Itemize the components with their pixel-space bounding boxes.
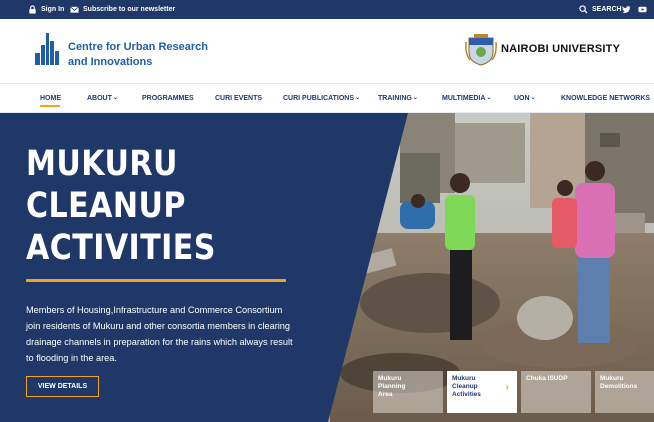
slide-card-line: Mukuru: [378, 375, 402, 382]
top-utility-bar: Sign In Subscribe to our newsletter SEAR…: [0, 0, 654, 19]
hero-title-line2: CLEANUP: [26, 186, 186, 226]
search-icon: [579, 5, 588, 14]
slide-card-line: Mukuru: [452, 375, 476, 382]
sign-in-link[interactable]: Sign In: [28, 0, 64, 19]
nav-label-uon: UON: [514, 95, 530, 102]
chevron-right-icon: ›: [505, 382, 509, 393]
main-navigation: HOME ABOUT ⌄ PROGRAMMES CURI EVENTS CURI …: [0, 83, 654, 113]
newsletter-label: Subscribe to our newsletter: [83, 6, 176, 13]
centre-name[interactable]: Centre for Urban Research and Innovation…: [68, 40, 208, 70]
active-nav-underline: [40, 105, 60, 107]
slide-card-line: Chuka ISUDP: [526, 375, 568, 382]
hero-banner: MUKURU CLEANUP ACTIVITIES Members of Hou…: [0, 113, 654, 422]
chevron-down-icon: ⌄: [112, 95, 118, 101]
lock-icon: [28, 5, 37, 14]
chevron-down-icon: ⌄: [412, 95, 418, 101]
youtube-link[interactable]: [638, 0, 647, 19]
slide-card-line: Area: [378, 391, 393, 398]
nav-item-about[interactable]: ABOUT ⌄: [87, 84, 118, 113]
hero-title: MUKURU CLEANUP ACTIVITIES: [26, 143, 310, 269]
nav-item-uon[interactable]: UON ⌄: [514, 84, 536, 113]
twitter-link[interactable]: [622, 0, 631, 19]
nav-label-curi-publications: CURI PUBLICATIONS: [283, 95, 355, 102]
slide-card-line: Mukuru: [600, 375, 624, 382]
university-crest-icon: [465, 32, 497, 66]
nav-item-home[interactable]: HOME: [40, 84, 61, 113]
slide-card-mukuru-demolitions[interactable]: Mukuru Demolitions: [595, 371, 654, 413]
slide-card-mukuru-cleanup-activities[interactable]: Mukuru Cleanup Activities ›: [447, 371, 517, 413]
nav-item-training[interactable]: TRAINING ⌄: [378, 84, 418, 113]
chevron-down-icon: ⌄: [530, 95, 536, 101]
newsletter-link[interactable]: Subscribe to our newsletter: [70, 0, 175, 19]
chevron-down-icon: ⌄: [355, 95, 361, 101]
nav-item-multimedia[interactable]: MULTIMEDIA ⌄: [442, 84, 491, 113]
slide-card-line: Cleanup: [452, 383, 478, 390]
slide-card-line: Planning: [378, 383, 406, 390]
slide-card-line: Demolitions: [600, 383, 638, 390]
slide-card-mukuru-planning-area[interactable]: Mukuru Planning Area: [373, 371, 443, 413]
nav-label-knowledge-networks: KNOWLEDGE NETWORKS: [561, 95, 651, 102]
envelope-icon: [70, 5, 79, 14]
centre-name-line2: and Innovations: [68, 56, 153, 68]
nav-label-multimedia: MULTIMEDIA: [442, 95, 486, 102]
nav-item-curi-events[interactable]: CURI EVENTS: [215, 84, 262, 113]
twitter-icon: [622, 5, 631, 14]
nav-item-curi-publications[interactable]: CURI PUBLICATIONS ⌄: [283, 84, 360, 113]
site-header: Centre for Urban Research and Innovation…: [0, 19, 654, 83]
curi-logo-icon[interactable]: [33, 31, 61, 67]
view-details-button[interactable]: VIEW DETAILS: [26, 376, 99, 397]
hero-description: Members of Housing,Infrastructure and Co…: [26, 305, 293, 363]
search-link[interactable]: SEARCH: [579, 0, 622, 19]
slide-card-chuka-isudp[interactable]: Chuka ISUDP: [521, 371, 591, 413]
sign-in-label: Sign In: [41, 6, 65, 13]
nav-label-home: HOME: [40, 95, 61, 102]
nav-label-curi-events: CURI EVENTS: [215, 95, 263, 102]
nav-label-programmes: PROGRAMMES: [142, 95, 194, 102]
nav-label-about: ABOUT: [87, 95, 112, 102]
hero-title-line1: MUKURU: [26, 144, 178, 184]
hero-title-line3: ACTIVITIES: [26, 228, 216, 268]
university-name[interactable]: NAIROBI UNIVERSITY: [501, 43, 620, 55]
nav-label-training: TRAINING: [378, 95, 412, 102]
nav-item-knowledge-networks[interactable]: KNOWLEDGE NETWORKS: [561, 84, 650, 113]
slide-card-line: Activities: [452, 391, 481, 398]
nav-item-programmes[interactable]: PROGRAMMES: [142, 84, 194, 113]
chevron-down-icon: ⌄: [486, 95, 492, 101]
youtube-icon: [638, 5, 647, 14]
hero-accent-bar: [26, 279, 286, 282]
centre-name-line1: Centre for Urban Research: [68, 41, 208, 53]
search-label: SEARCH: [592, 6, 622, 13]
